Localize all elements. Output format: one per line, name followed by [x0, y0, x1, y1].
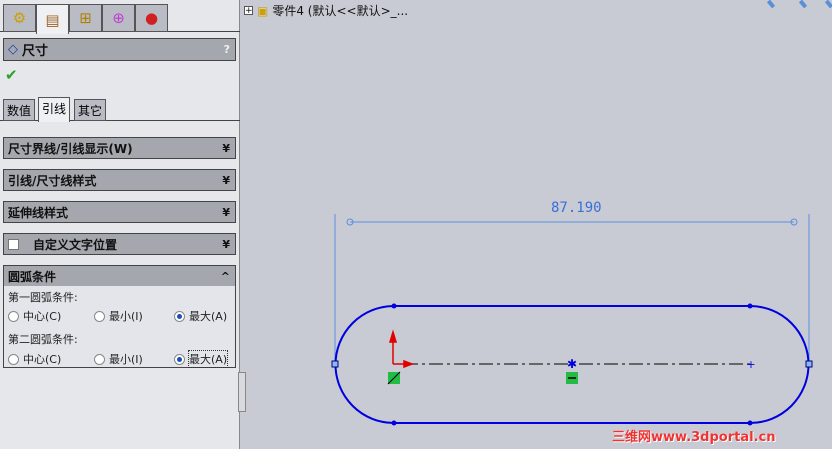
- view-orientation-icons: [766, 0, 832, 9]
- end-point-icon: +: [746, 358, 755, 371]
- dimension-value[interactable]: 87.190: [551, 200, 602, 216]
- endpoint-left: [331, 360, 339, 368]
- graphics-area[interactable]: ✱ +: [0, 0, 832, 449]
- origin-icon: [388, 329, 415, 369]
- watermark: 三维网www.3dportal.cn: [612, 430, 776, 445]
- dimension-lines: [334, 214, 810, 364]
- endpoint-right: [805, 360, 813, 368]
- center-point-icon: ✱: [567, 357, 577, 371]
